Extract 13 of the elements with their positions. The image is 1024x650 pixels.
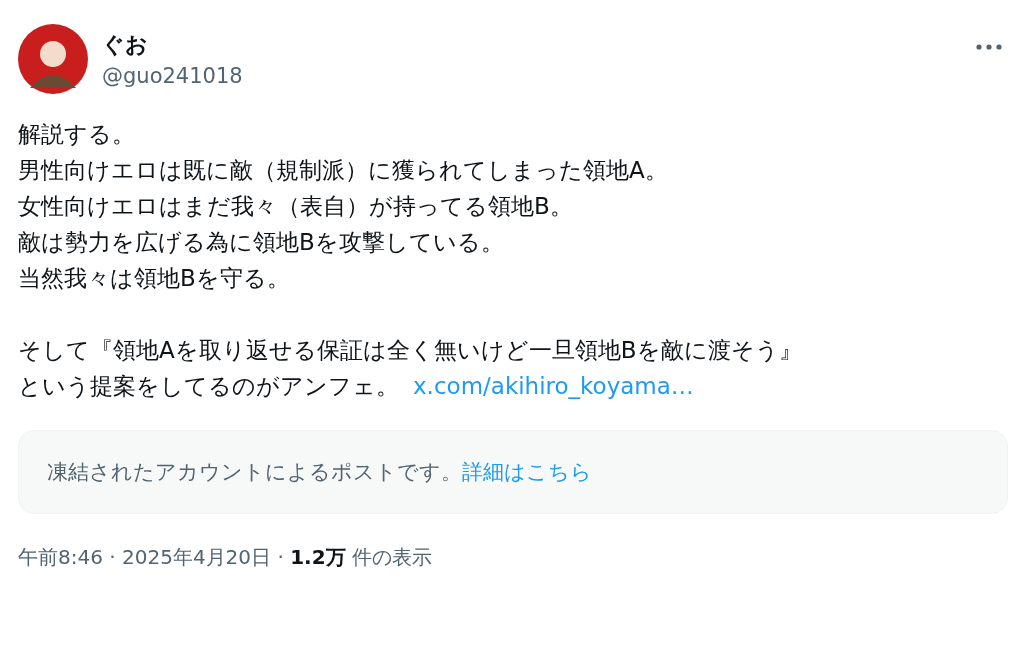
more-icon[interactable] [976,44,1002,50]
post-text: という提案をしてるのがアンフェ。 [18,372,399,401]
author-name[interactable]: ぐお [102,30,962,60]
post-text: 解説する。 [18,120,135,149]
post-text: 当然我々は領地Bを守る。 [18,264,290,293]
avatar[interactable] [18,24,88,94]
notice-text: 凍結されたアカウントによるポストです。 [47,459,462,486]
post-text: 敵は勢力を広げる為に領地Bを攻撃している。 [18,228,504,257]
post-text: 男性向けエロは既に敵（規制派）に獲られてしまった領地A。 [18,156,668,185]
author-handle[interactable]: @guo241018 [102,64,962,88]
post-text: 女性向けエロはまだ我々（表自）が持ってる領地B。 [18,192,573,221]
post-meta: 午前8:46 · 2025年4月20日 · 1.2万 件の表示 [18,544,433,571]
post-text: そして『領地Aを取り返せる保証は全く無いけど一旦領地Bを敵に渡そう』 [18,336,802,365]
